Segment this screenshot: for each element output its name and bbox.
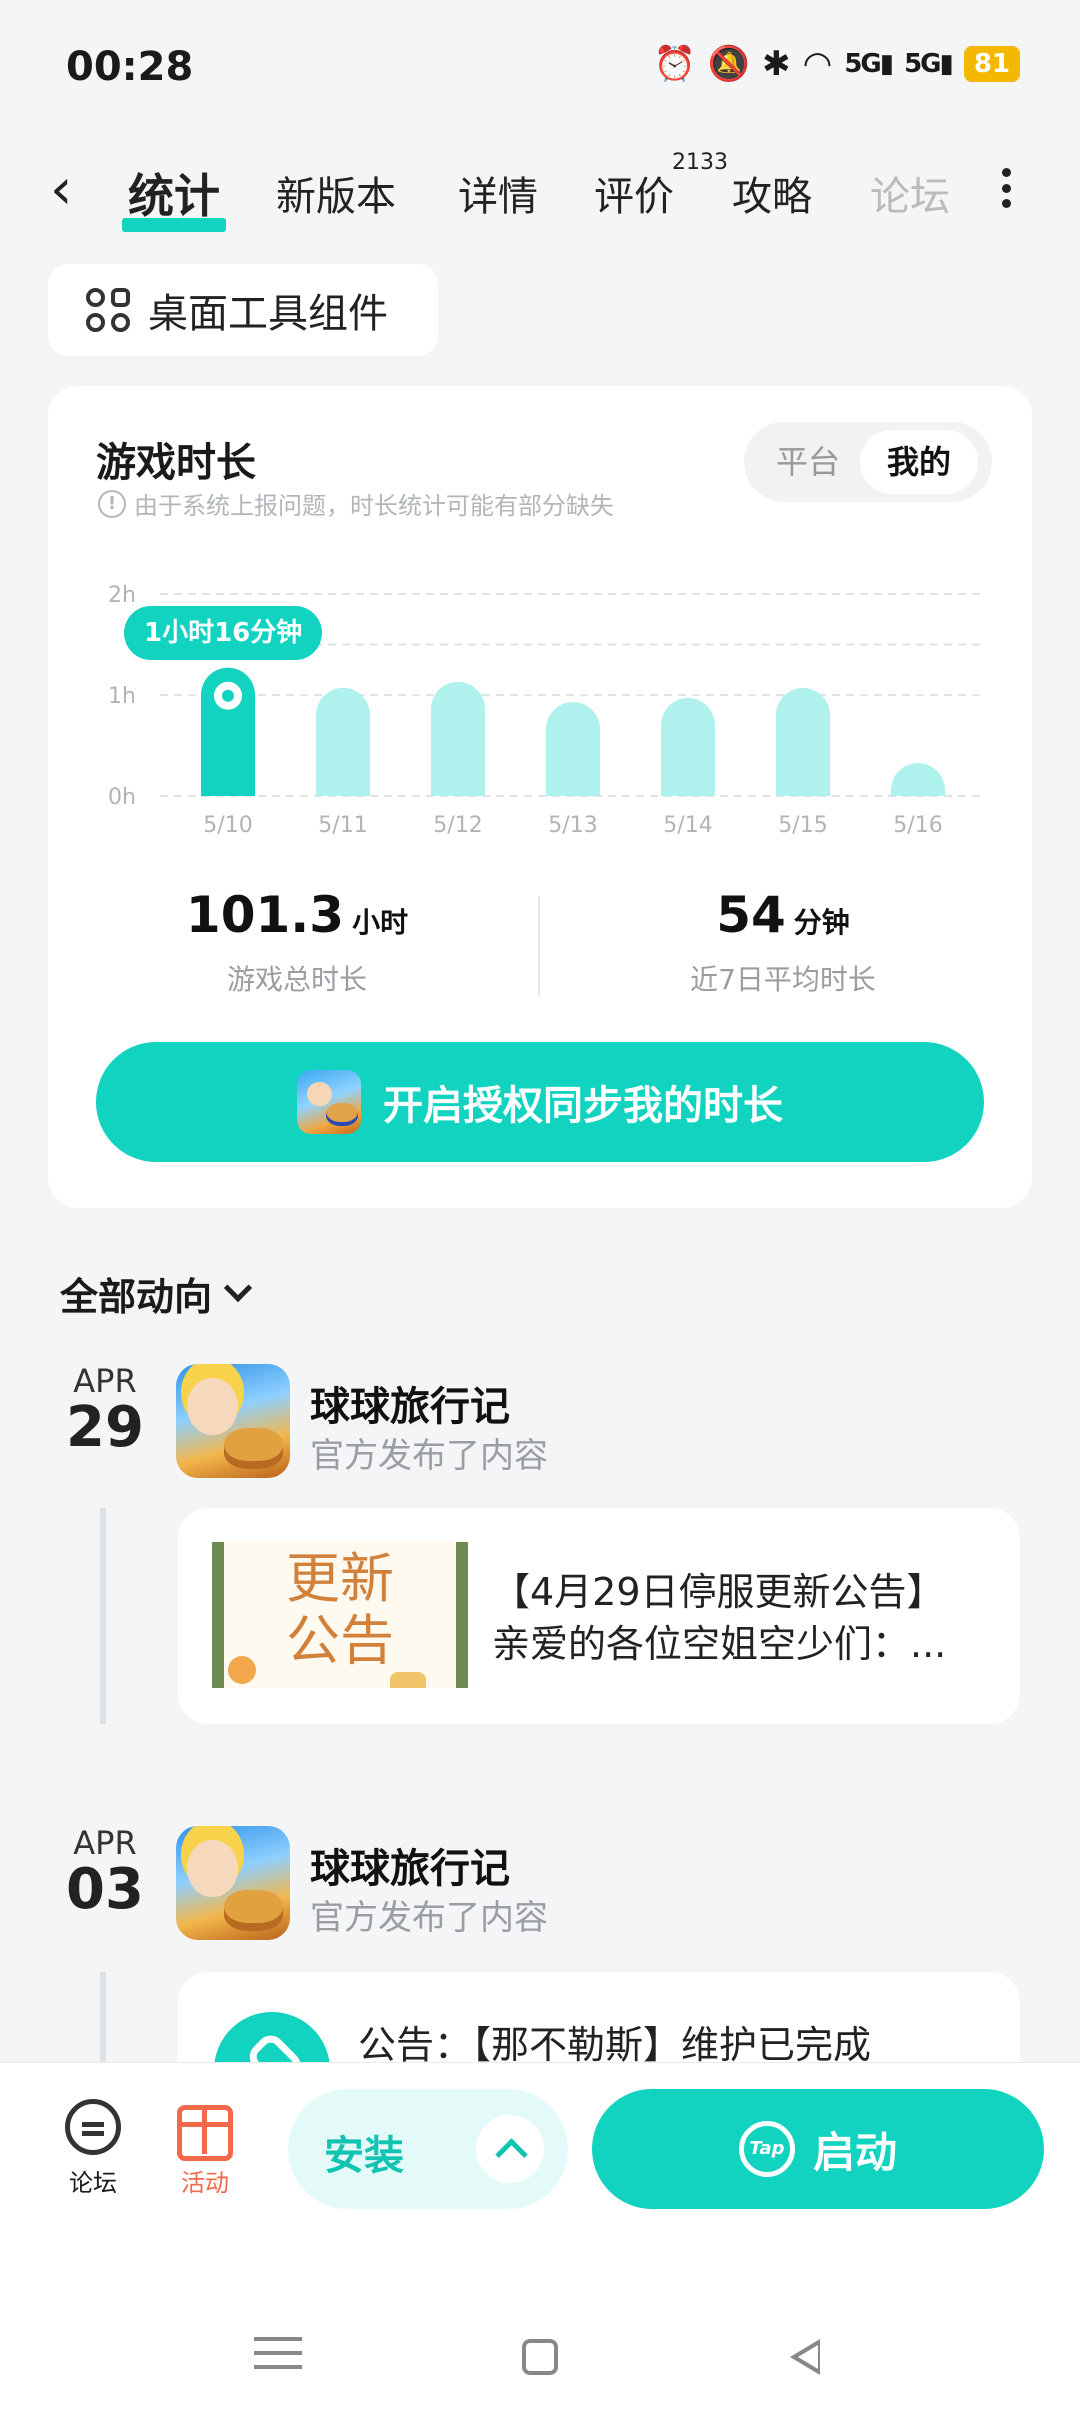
review-count-badge: 2133 <box>672 150 728 175</box>
signal-icon-1: 5G▮ <box>844 49 894 79</box>
chart-x-axis: 5/10 5/11 5/12 5/13 5/14 5/15 5/16 <box>203 813 942 838</box>
system-home-icon[interactable] <box>510 2327 570 2387</box>
chart-bar[interactable] <box>431 681 485 796</box>
chart-tooltip: 1小时16分钟 <box>124 606 323 660</box>
activity-nav-label: 活动 <box>181 2169 229 2197</box>
chart-bar[interactable] <box>776 687 830 796</box>
play-time-card: 游戏时长 ! 由于系统上报问题，时长统计可能有部分缺失 平台 我的 0h 1h 2h… <box>48 386 1032 1208</box>
launch-label: 启动 <box>812 2127 897 2177</box>
post-excerpt: 亲爱的各位空姐空少们：... <box>492 1622 947 1666</box>
total-play-time-value: 101.3 <box>185 886 345 944</box>
tap-logo-icon: Tap <box>738 2121 795 2177</box>
feed-game-name[interactable]: 球球旅行记 <box>310 1374 510 1432</box>
chart-bar[interactable] <box>546 702 600 796</box>
sync-auth-label: 开启授权同步我的时长 <box>383 1083 783 1129</box>
total-play-time-unit: 小时 <box>352 906 409 939</box>
desktop-widget-label: 桌面工具组件 <box>148 291 388 337</box>
y-tick-label: 1h <box>108 684 136 709</box>
tab-forum[interactable]: 论坛 <box>870 164 950 222</box>
desktop-widget-button[interactable]: 桌面工具组件 <box>48 264 438 356</box>
chart-bar[interactable] <box>661 698 715 796</box>
total-play-time: 101.3 小时 游戏总时长 <box>82 886 512 998</box>
launch-button[interactable]: Tap 启动 <box>592 2089 1044 2209</box>
sync-auth-button[interactable]: 开启授权同步我的时长 <box>96 1042 984 1162</box>
status-bar: 00:28 ⏰ 🔕 ✱ ◠ 5G▮ 5G▮ 81 <box>0 0 1080 130</box>
average-play-time-value: 54 <box>716 886 786 944</box>
feed-date-day: 03 <box>66 1857 144 1922</box>
game-thumbnail <box>297 1070 361 1134</box>
stat-divider <box>538 896 540 996</box>
tab-new-version[interactable]: 新版本 <box>276 164 396 222</box>
x-tick-label: 5/11 <box>318 813 367 838</box>
feed-post-card[interactable]: 更新 公告 【4月29日停服更新公告】 亲爱的各位空姐空少们：... <box>178 1508 1020 1724</box>
timeline-line <box>100 1508 106 1724</box>
feed-date: APR 03 <box>50 1824 160 1918</box>
tab-bar: ‹ 统计 新版本 详情 评价 2133 攻略 论坛 <box>0 150 1080 240</box>
x-tick-label: 5/15 <box>778 813 827 838</box>
system-back-icon[interactable] <box>776 2327 836 2387</box>
chart-bars <box>201 667 945 796</box>
x-tick-label: 5/14 <box>663 813 712 838</box>
game-avatar[interactable] <box>176 1826 290 1940</box>
chart-bar[interactable] <box>316 687 370 796</box>
tab-stats[interactable]: 统计 <box>122 160 226 232</box>
post-title: 【4月29日停服更新公告】 <box>492 1570 945 1614</box>
average-play-time-label: 近7日平均时长 <box>690 963 876 996</box>
tab-reviews[interactable]: 评价 <box>594 164 674 222</box>
game-avatar[interactable] <box>176 1364 290 1478</box>
x-tick-label: 5/10 <box>203 813 252 838</box>
x-tick-label: 5/16 <box>893 813 942 838</box>
post-text: 【4月29日停服更新公告】 亲爱的各位空姐空少们：... <box>492 1566 990 1670</box>
post-thumbnail-line1: 更新 <box>286 1547 394 1610</box>
feed-subtitle: 官方发布了内容 <box>310 1436 548 1476</box>
mute-icon: 🔕 <box>707 44 751 84</box>
gift-icon <box>177 2105 233 2161</box>
tab-guides[interactable]: 攻略 <box>732 164 812 222</box>
feed-filter-label: 全部动向 <box>60 1275 213 1319</box>
feed-game-name[interactable]: 球球旅行记 <box>310 1836 510 1894</box>
forum-nav-label: 论坛 <box>69 2169 117 2197</box>
selected-marker-dot <box>222 689 234 702</box>
signal-icon-2: 5G▮ <box>904 49 954 79</box>
install-label: 安装 <box>324 2133 404 2179</box>
status-icons: ⏰ 🔕 ✱ ◠ 5G▮ 5G▮ 81 <box>653 44 1020 84</box>
x-tick-label: 5/12 <box>433 813 482 838</box>
chart-bar[interactable] <box>891 763 945 796</box>
feed-date: APR 29 <box>50 1362 160 1456</box>
status-time: 00:28 <box>66 44 194 90</box>
bluetooth-icon: ✱ <box>762 44 791 84</box>
feed-subtitle: 官方发布了内容 <box>310 1898 548 1938</box>
tab-details[interactable]: 详情 <box>458 164 538 222</box>
total-play-time-label: 游戏总时长 <box>226 963 367 996</box>
chat-bubble-icon <box>65 2099 121 2155</box>
battery-icon: 81 <box>963 46 1020 82</box>
install-button[interactable]: 安装 <box>288 2089 568 2209</box>
activity-nav[interactable]: 活动 <box>160 2099 250 2198</box>
x-tick-label: 5/13 <box>548 813 597 838</box>
bottom-action-bar: 论坛 活动 安装 Tap 启动 <box>0 2062 1080 2412</box>
chevron-down-icon <box>223 1273 253 1302</box>
post-thumbnail-line2: 公告 <box>286 1609 394 1672</box>
average-play-time: 54 分钟 近7日平均时长 <box>568 886 998 998</box>
y-tick-label: 0h <box>108 785 136 810</box>
y-tick-label: 2h <box>108 583 136 608</box>
chevron-up-icon[interactable] <box>476 2115 544 2183</box>
wifi-icon: ◠ <box>802 44 833 84</box>
feed-date-day: 29 <box>66 1395 144 1460</box>
alarm-icon: ⏰ <box>653 44 696 84</box>
post-thumbnail: 更新 公告 <box>212 1542 468 1688</box>
forum-nav[interactable]: 论坛 <box>48 2099 138 2198</box>
system-menu-icon[interactable] <box>248 2327 308 2387</box>
average-play-time-unit: 分钟 <box>793 906 850 939</box>
post-title: 公告：【那不勒斯】维护已完成 <box>358 2023 872 2067</box>
widget-grid-icon <box>86 288 130 332</box>
timeline-line <box>100 1972 106 2072</box>
back-arrow-icon[interactable]: ‹ <box>50 160 72 220</box>
more-options-icon[interactable] <box>1000 168 1012 208</box>
feed-filter-dropdown[interactable]: 全部动向 <box>60 1266 253 1321</box>
